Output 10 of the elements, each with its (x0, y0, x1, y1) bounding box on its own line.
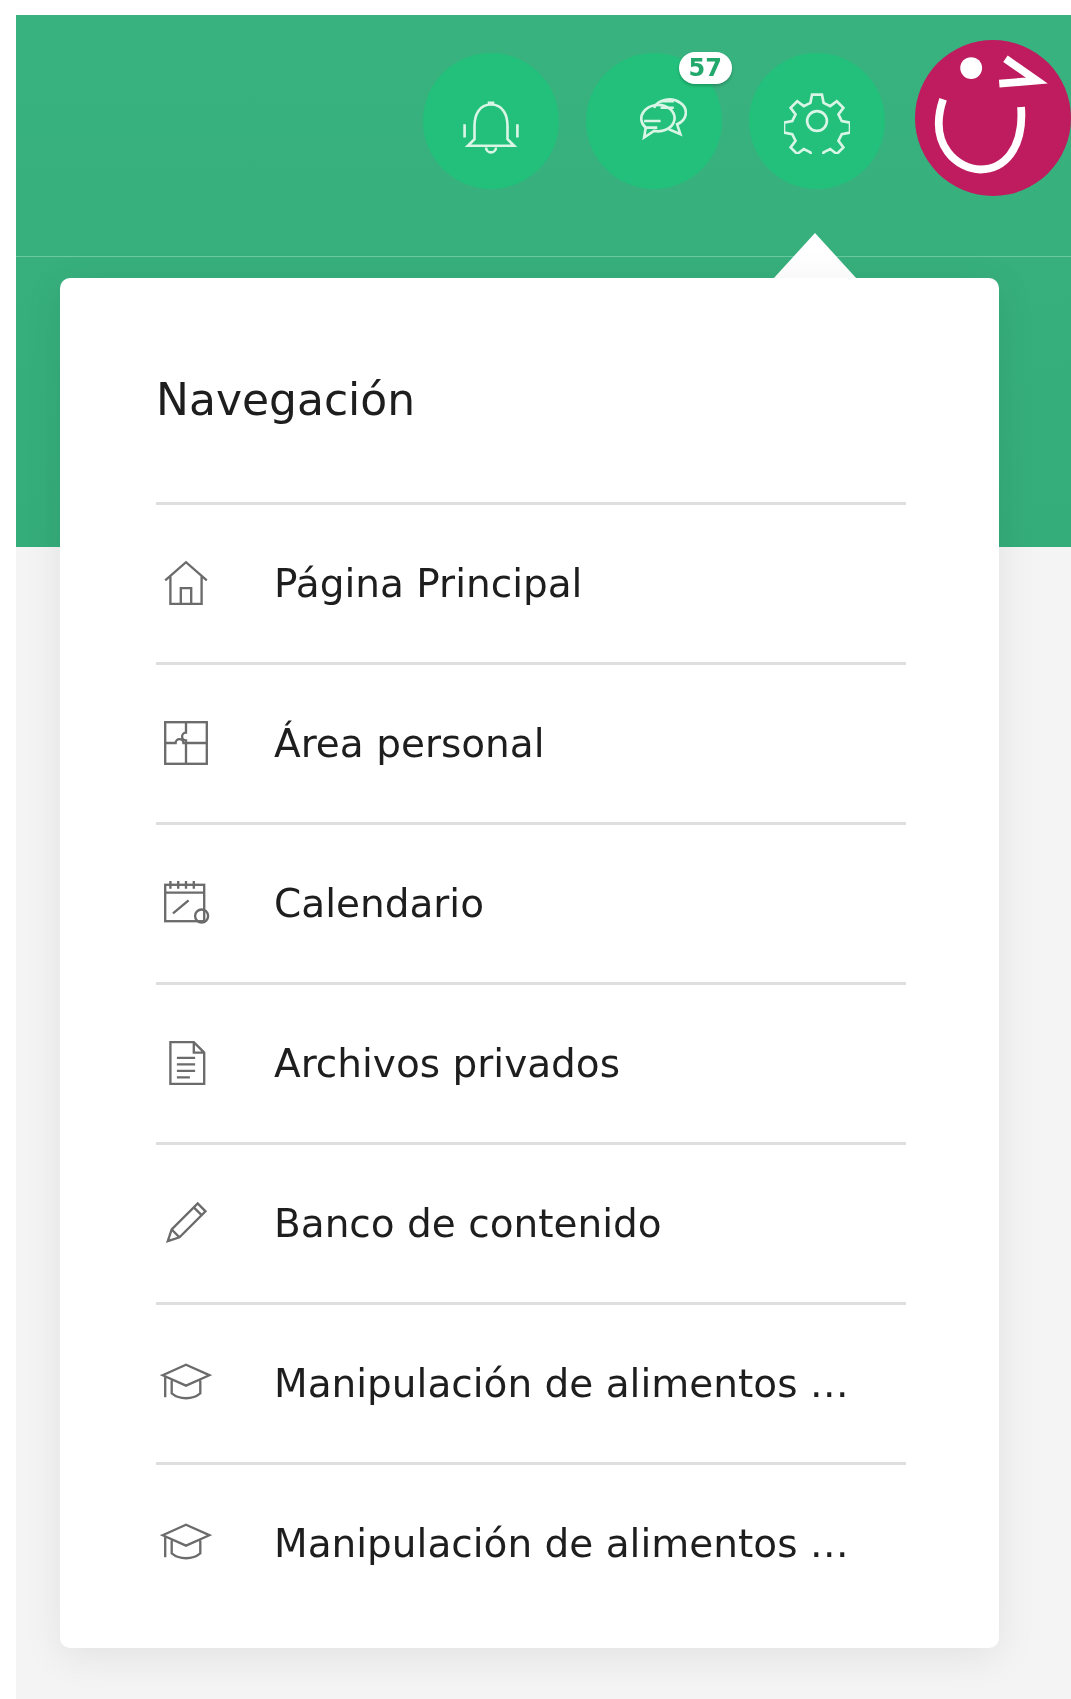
menu-item[interactable]: Página Principal (156, 504, 906, 665)
menu-item[interactable]: Banco de contenido (156, 1144, 906, 1305)
menu-item[interactable]: Archivos privados (156, 984, 906, 1145)
avatar-icon[interactable] (915, 40, 1071, 196)
menu-title: Navegación (156, 374, 906, 505)
menu-item[interactable]: Manipulación de alimentos … (156, 1304, 906, 1465)
menu-item[interactable]: Área personal (156, 664, 906, 825)
menu-item[interactable]: Manipulación de alimentos … (156, 1464, 906, 1622)
menu-item[interactable]: Calendario (156, 824, 906, 985)
count-badge: 57 (678, 52, 732, 84)
